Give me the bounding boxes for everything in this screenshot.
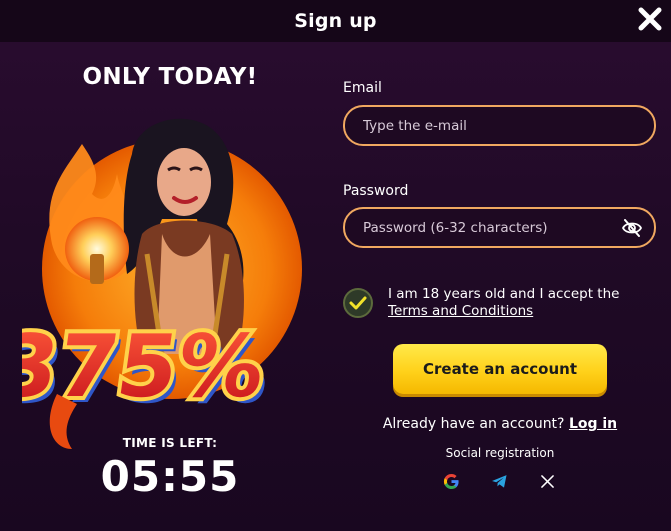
signup-form: Email Password I am 18 years old xyxy=(342,42,662,531)
login-prompt-text: Already have an account? xyxy=(382,416,565,432)
email-field-wrapper xyxy=(343,105,656,146)
modal-header: Sign up xyxy=(0,0,671,42)
timer-label: TIME IS LEFT: xyxy=(122,436,218,450)
accept-terms-row: I am 18 years old and I accept the Terms… xyxy=(343,286,663,322)
x-signup-button[interactable] xyxy=(536,470,558,492)
password-field-wrapper xyxy=(343,207,656,248)
timer-value: 05:55 xyxy=(100,452,240,501)
promo-illustration: 375% 375% 375% xyxy=(22,118,302,449)
accept-terms-checkbox[interactable] xyxy=(343,288,373,318)
login-link[interactable]: Log in xyxy=(569,416,617,432)
create-account-button[interactable]: Create an account xyxy=(393,344,607,394)
modal-title: Sign up xyxy=(294,10,377,32)
email-input[interactable] xyxy=(363,117,603,134)
social-registration-label: Social registration xyxy=(445,446,555,460)
close-icon xyxy=(638,7,662,31)
google-icon xyxy=(443,473,459,489)
social-buttons xyxy=(440,470,560,492)
x-icon xyxy=(540,474,554,488)
character-face xyxy=(157,148,211,216)
promo-panel: ONLY TODAY! 375% 375% 375% TIME IS LEFT:… xyxy=(0,42,340,531)
accept-terms-label: I am 18 years old and I accept the xyxy=(388,286,620,302)
email-label: Email xyxy=(343,80,382,96)
signup-modal: Sign up ONLY TODAY! 375% 375% 375% TIME … xyxy=(0,0,671,531)
telegram-signup-button[interactable] xyxy=(488,470,510,492)
checkmark-icon xyxy=(349,296,367,310)
terms-and-conditions-link[interactable]: Terms and Conditions xyxy=(388,303,619,320)
password-label: Password xyxy=(343,183,409,199)
login-prompt-row: Already have an account? Log in xyxy=(342,416,658,432)
promo-headline: ONLY TODAY! xyxy=(82,64,258,90)
google-signup-button[interactable] xyxy=(440,470,462,492)
telegram-icon xyxy=(491,474,507,488)
password-input[interactable] xyxy=(363,219,603,236)
accept-terms-text: I am 18 years old and I accept the Terms… xyxy=(388,286,619,320)
toggle-password-visibility-button[interactable] xyxy=(621,219,643,237)
eye-slash-icon xyxy=(621,219,643,237)
close-button[interactable] xyxy=(633,2,667,36)
